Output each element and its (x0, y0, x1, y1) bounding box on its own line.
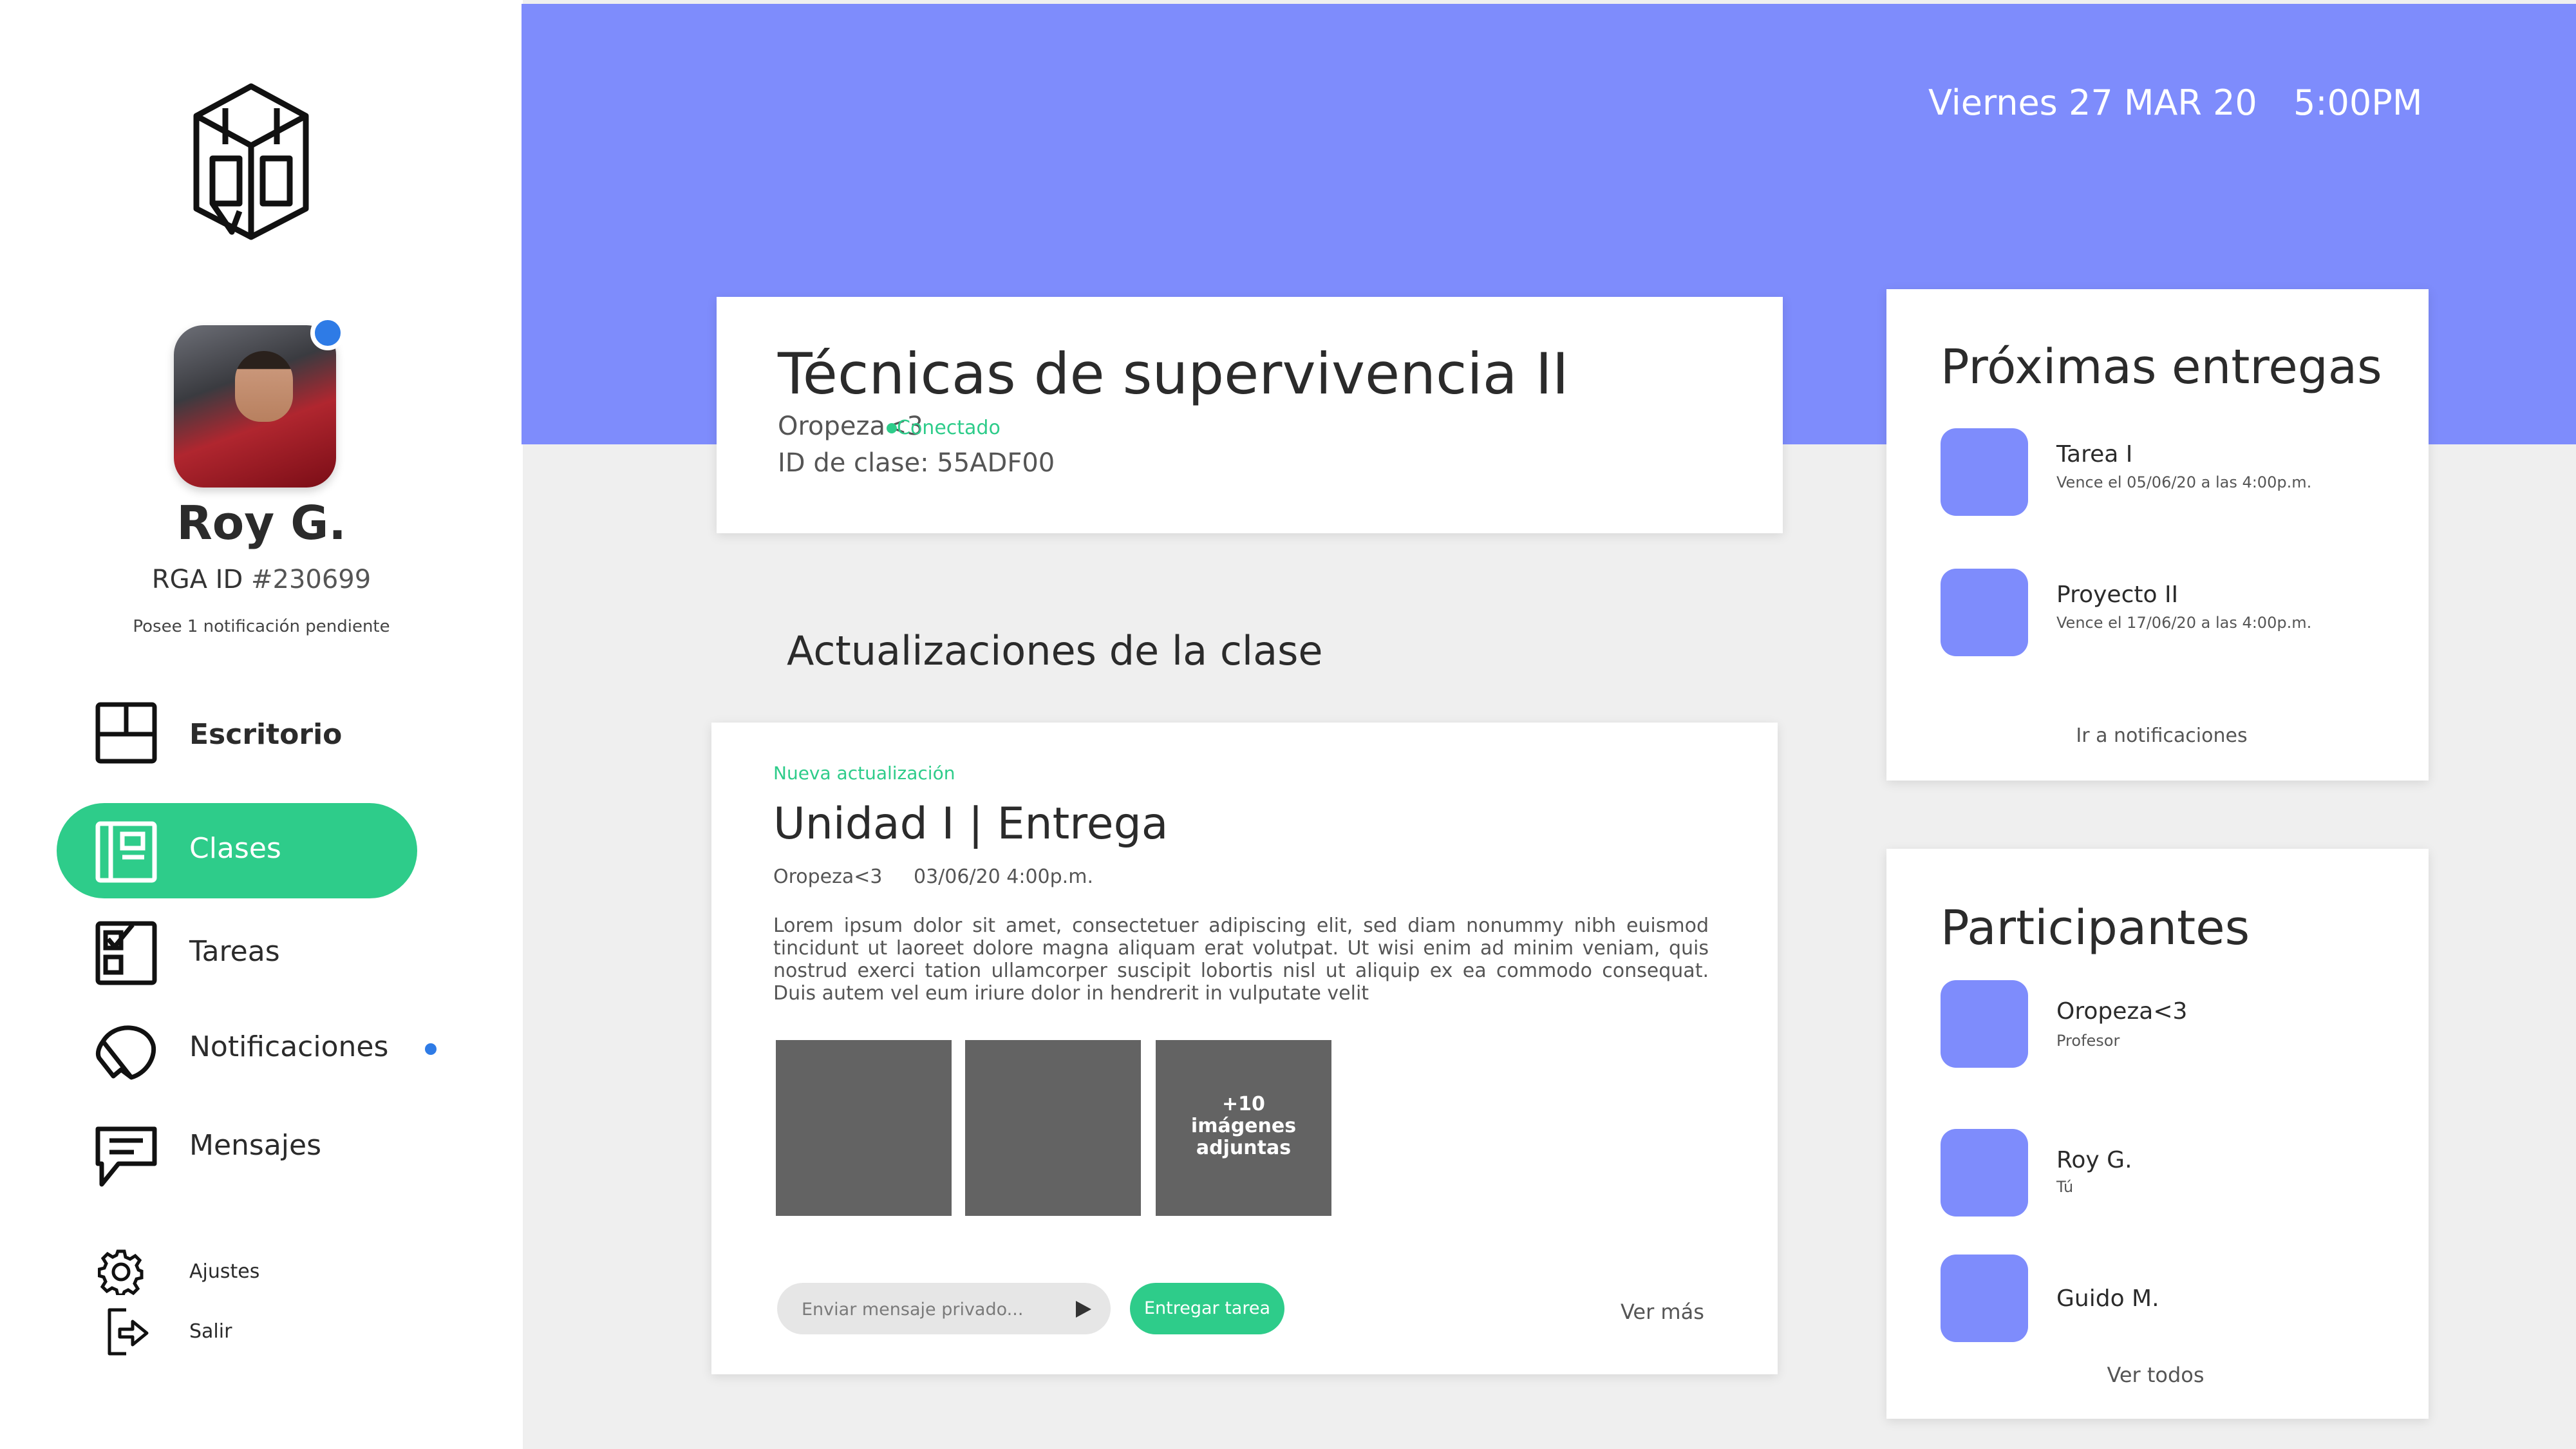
update-card: Nueva actualización Unidad I | Entrega O… (711, 723, 1778, 1374)
user-name: Roy G. (176, 496, 346, 550)
nav-label-tareas: Tareas (189, 935, 280, 968)
settings-gear-icon (98, 1249, 144, 1295)
notification-badge-dot (425, 1043, 437, 1055)
attachment-thumbnail[interactable] (776, 1040, 952, 1216)
delivery-title: Tarea I (2056, 441, 2133, 468)
class-id: ID de clase: 55ADF00 (778, 448, 1055, 478)
private-message-field[interactable] (777, 1283, 1111, 1334)
more-images-count: +10 (1222, 1093, 1265, 1115)
nav-label-ajustes: Ajustes (189, 1260, 260, 1283)
see-all-participants-link[interactable]: Ver todos (1886, 1363, 2425, 1387)
connection-status: Conectado (897, 417, 1001, 439)
desk-icon (95, 702, 157, 764)
submit-task-button[interactable]: Entregar tarea (1130, 1283, 1284, 1334)
delivery-thumbnail (1941, 569, 2028, 656)
more-images-label: +10 imágenes adjuntas (1156, 1094, 1331, 1159)
delivery-item[interactable]: Tarea I Vence el 05/06/20 a las 4:00p.m. (1941, 428, 2391, 518)
participant-name: Roy G. (2056, 1147, 2132, 1173)
tasks-icon (95, 921, 157, 985)
delivery-title: Proyecto II (2056, 582, 2179, 608)
attachment-thumbnail[interactable] (965, 1040, 1141, 1216)
participant-name: Guido M. (2056, 1285, 2159, 1312)
more-images-line1: imágenes (1190, 1115, 1297, 1137)
private-message-input[interactable] (800, 1296, 1048, 1323)
send-icon[interactable] (1073, 1300, 1093, 1319)
more-attachments-thumbnail[interactable]: +10 imágenes adjuntas (1156, 1040, 1331, 1216)
participant-avatar (1941, 1255, 2028, 1342)
update-date: 03/06/20 4:00p.m. (914, 866, 1093, 888)
update-title[interactable]: Unidad I | Entrega (773, 799, 1168, 849)
delivery-item[interactable]: Proyecto II Vence el 17/06/20 a las 4:00… (1941, 569, 2391, 659)
nav-label-escritorio: Escritorio (189, 718, 343, 751)
avatar-photo (235, 351, 293, 422)
participant-item[interactable]: Oropeza<3 Profesor (1941, 980, 2391, 1070)
logo-icon (187, 82, 315, 243)
nav-label-notificaciones: Notificaciones (189, 1030, 389, 1063)
delivery-due: Vence el 05/06/20 a las 4:00p.m. (2056, 473, 2312, 491)
participant-avatar (1941, 1129, 2028, 1217)
nav-label-mensajes: Mensajes (189, 1129, 322, 1162)
participant-role: Tú (2056, 1178, 2074, 1196)
delivery-thumbnail (1941, 428, 2028, 516)
nav-item-tareas[interactable]: Tareas (57, 902, 417, 998)
participants-card: Participantes Oropeza<3 Profesor Roy G. … (1886, 849, 2429, 1419)
user-id-label: RGA ID (151, 565, 243, 594)
pending-notification-text: Posee 1 notificación pendiente (133, 617, 390, 636)
user-id: RGA ID #230699 (0, 565, 523, 594)
class-book-icon (95, 821, 157, 883)
avatar[interactable] (174, 325, 336, 488)
go-to-notifications-link[interactable]: Ir a notificaciones (1886, 724, 2437, 747)
class-title: Técnicas de supervivencia II (778, 341, 1569, 407)
participant-avatar (1941, 980, 2028, 1068)
nav-label-salir: Salir (189, 1320, 232, 1343)
online-status-dot (310, 316, 345, 350)
sidebar: Roy G. RGA ID #230699 Posee 1 notificaci… (0, 0, 523, 1449)
participants-title: Participantes (1941, 900, 2250, 956)
logout-icon (108, 1308, 149, 1356)
update-body: Lorem ipsum dolor sit amet, consectetuer… (773, 914, 1709, 1005)
new-update-tag: Nueva actualización (773, 762, 955, 784)
participant-item[interactable]: Guido M. (1941, 1255, 2391, 1345)
participant-role: Profesor (2056, 1032, 2120, 1050)
nav-item-clases[interactable]: Clases (57, 803, 417, 898)
nav-item-ajustes[interactable]: Ajustes (95, 1246, 353, 1295)
nav-item-notificaciones[interactable]: Notificaciones (57, 1001, 417, 1098)
connected-status-dot (887, 423, 897, 433)
upcoming-deliveries-card: Próximas entregas Tarea I Vence el 05/06… (1886, 289, 2429, 781)
nav-item-mensajes[interactable]: Mensajes (57, 1098, 417, 1195)
see-more-link[interactable]: Ver más (1621, 1300, 1704, 1324)
class-info-card: Técnicas de supervivencia II Oropeza<3 C… (717, 297, 1783, 533)
participant-name: Oropeza<3 (2056, 998, 2188, 1025)
deliveries-title: Próximas entregas (1941, 339, 2382, 395)
nav-item-escritorio[interactable]: Escritorio (57, 689, 417, 786)
participant-item[interactable]: Roy G. Tú (1941, 1129, 2391, 1219)
update-author: Oropeza<3 (773, 866, 883, 888)
more-images-line2: adjuntas (1196, 1137, 1292, 1159)
updates-heading: Actualizaciones de la clase (787, 627, 1323, 674)
messages-icon (95, 1126, 157, 1187)
delivery-due: Vence el 17/06/20 a las 4:00p.m. (2056, 614, 2312, 632)
header-date: Viernes 27 MAR 20 (1928, 82, 2257, 123)
notifications-icon (95, 1025, 156, 1080)
user-id-number: #230699 (250, 565, 371, 594)
nav-label-clases: Clases (189, 832, 281, 865)
nav-item-salir[interactable]: Salir (95, 1307, 353, 1356)
header-time: 5:00PM (2293, 82, 2423, 123)
